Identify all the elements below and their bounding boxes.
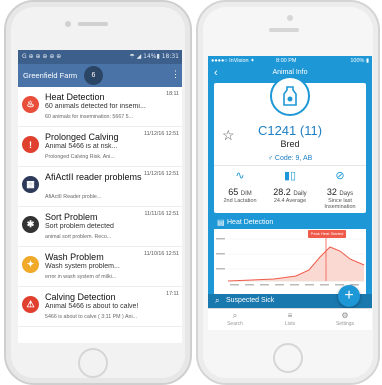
- warning-icon: !: [22, 136, 39, 153]
- notification-item[interactable]: ✦ Wash Problem Wash system problem... error…: [18, 247, 182, 287]
- app-bar: Greenfield Farm 6 ⋮: [18, 64, 182, 87]
- notification-item[interactable]: ▦ AfiActII reader problems AfiActII Reader…: [18, 167, 182, 207]
- notification-summary: 60 animals detected for insemi...: [45, 103, 146, 110]
- notification-detail: animal sort problem. Reco...: [45, 234, 112, 240]
- stat-subtitle: Since last Insemination: [324, 198, 356, 210]
- search-icon: ⌕: [215, 296, 220, 305]
- notification-time: 18:11: [166, 91, 179, 97]
- earpiece-speaker: [269, 28, 299, 32]
- list-icon: ≡: [287, 311, 293, 320]
- wash-icon: ✦: [22, 256, 39, 273]
- notification-title: Wash Problem: [45, 252, 104, 262]
- right-phone-screen: ●●●●○ InVision ✦ 8:00 PM 100% ▮ ‹ Animal…: [208, 56, 372, 330]
- stat-insemination: ⊘ 32 Days Since last Insemination: [315, 169, 365, 210]
- notification-time: 11/12/16 12:51: [144, 131, 179, 137]
- notification-item[interactable]: ✱ Sort Problem Sort problem detected animal…: [18, 207, 182, 247]
- status-icons: G ⊕ ⊕ ⊕ ⊕ ⊕: [22, 53, 62, 60]
- search-icon: ⌕: [232, 311, 238, 320]
- chart-header: ▤ Heat Detection: [214, 217, 366, 229]
- page-title: Animal Info: [272, 69, 308, 76]
- notification-time: 11/12/16 12:51: [144, 171, 179, 177]
- stat-unit: DIM: [240, 191, 252, 197]
- notification-title: Calving Detection: [45, 292, 116, 302]
- suspected-sick-label: Suspected Sick: [226, 297, 275, 304]
- animal-code: ♂ Code: 9, AB: [214, 155, 366, 162]
- calendar-icon: ▦: [22, 176, 39, 193]
- notification-time: 11/11/16 12:51: [144, 211, 179, 217]
- notification-summary: Animal 5466 is about to calve!: [45, 303, 139, 310]
- stat-value: 28.2: [273, 187, 291, 197]
- left-phone-screen: G ⊕ ⊕ ⊕ ⊕ ⊕ ☂ ◢ 14%▮ 18:31 Greenfield Fa…: [18, 50, 182, 343]
- front-camera: [65, 21, 71, 27]
- stat-subtitle: 2nd Lactation: [223, 198, 257, 204]
- tab-label: Lists: [284, 321, 296, 327]
- calving-icon: ⚠: [22, 296, 39, 313]
- stat-value: 65: [228, 187, 239, 197]
- tab-label: Settings: [335, 321, 355, 327]
- notification-count-badge: 6: [84, 66, 103, 85]
- animal-card: ☆ C1241 (11) Bred ♂ Code: 9, AB ∿ 65 DIM 2…: [214, 76, 366, 213]
- code-text: Code: 9, AB: [274, 155, 313, 162]
- notification-title: Sort Problem: [45, 212, 98, 222]
- status-time: ☂ ◢ 14%▮ 18:31: [129, 53, 179, 60]
- notification-time: 17:11: [166, 291, 179, 297]
- peak-heat-label: Peak Heat Started: [310, 231, 344, 236]
- divider: [214, 165, 366, 166]
- notification-detail: AfiActII Reader proble...: [45, 194, 102, 200]
- animal-status: Bred: [280, 139, 300, 149]
- chart-title: Heat Detection: [227, 219, 274, 226]
- notification-summary: Sort problem detected: [45, 223, 114, 230]
- notification-summary: Animal 5466 is at risk...: [45, 143, 118, 150]
- sort-icon: ✱: [22, 216, 39, 233]
- tab-settings[interactable]: ⚙ Settings: [318, 311, 372, 327]
- tab-label: Search: [227, 321, 243, 327]
- link-icon: ♂: [267, 155, 275, 162]
- status-bar: ●●●●○ InVision ✦ 8:00 PM 100% ▮: [208, 56, 372, 67]
- chart-icon: ▤: [217, 218, 225, 227]
- home-button[interactable]: [78, 348, 108, 378]
- notification-detail: Prolonged Calving Risk. Ani...: [45, 154, 115, 160]
- stat-subtitle: 24.4 Average: [273, 198, 307, 204]
- lactation-curve-icon: ∿: [235, 170, 245, 182]
- kebab-menu-icon[interactable]: ⋮: [171, 69, 180, 80]
- status-bar: G ⊕ ⊕ ⊕ ⊕ ⊕ ☂ ◢ 14%▮ 18:31: [18, 50, 182, 64]
- notification-title: AfiActII reader problems: [45, 172, 142, 182]
- chart-plot: [216, 230, 365, 286]
- notification-title: Prolonged Calving: [45, 132, 119, 142]
- notification-time: 11/10/16 12:51: [144, 251, 179, 257]
- insemination-icon: ⊘: [335, 170, 345, 182]
- notification-title: Heat Detection: [45, 92, 105, 102]
- battery: 100% ▮: [350, 58, 369, 64]
- stat-unit: Daily: [293, 191, 307, 197]
- milk-bottle-icon: [270, 76, 310, 116]
- tab-search[interactable]: ⌕ Search: [208, 311, 262, 327]
- heat-icon: ♨: [22, 96, 39, 113]
- add-button[interactable]: +: [338, 285, 360, 307]
- notification-item[interactable]: ⚠ Calving Detection Animal 5466 is about t…: [18, 287, 182, 327]
- notification-detail: 5466 is about to calve ( 3:11 PM ) Ani..…: [45, 314, 138, 320]
- tab-lists[interactable]: ≡ Lists: [263, 311, 317, 327]
- carrier: ●●●●○ InVision ✦: [211, 58, 255, 64]
- settings-icon: ⚙: [341, 311, 349, 320]
- notification-summary: Wash system problem...: [45, 263, 120, 270]
- notification-detail: error in wash system of milki...: [45, 274, 117, 280]
- stat-unit: Days: [339, 191, 354, 197]
- notification-item[interactable]: ! Prolonged Calving Animal 5466 is at risk…: [18, 127, 182, 167]
- stat-milk-chart: ▮▯ 28.2 Daily 24.4 Average: [265, 169, 315, 204]
- stat-lactation-curve: ∿ 65 DIM 2nd Lactation: [215, 169, 265, 204]
- earpiece-speaker: [78, 22, 108, 26]
- milk-chart-icon: ▮▯: [283, 170, 297, 182]
- home-button[interactable]: [273, 343, 303, 373]
- stat-value: 32: [326, 187, 337, 197]
- notification-item[interactable]: ♨ Heat Detection 60 animals detected for i…: [18, 87, 182, 127]
- farm-name[interactable]: Greenfield Farm: [23, 71, 77, 80]
- tab-bar: ⌕ Search ≡ Lists ⚙ Settings: [208, 308, 372, 330]
- status-time: 8:00 PM: [276, 58, 297, 64]
- front-camera: [287, 15, 293, 21]
- animal-id: C1241 (11): [257, 123, 323, 138]
- notification-detail: 60 animals for insemination: 5667 5...: [45, 114, 134, 120]
